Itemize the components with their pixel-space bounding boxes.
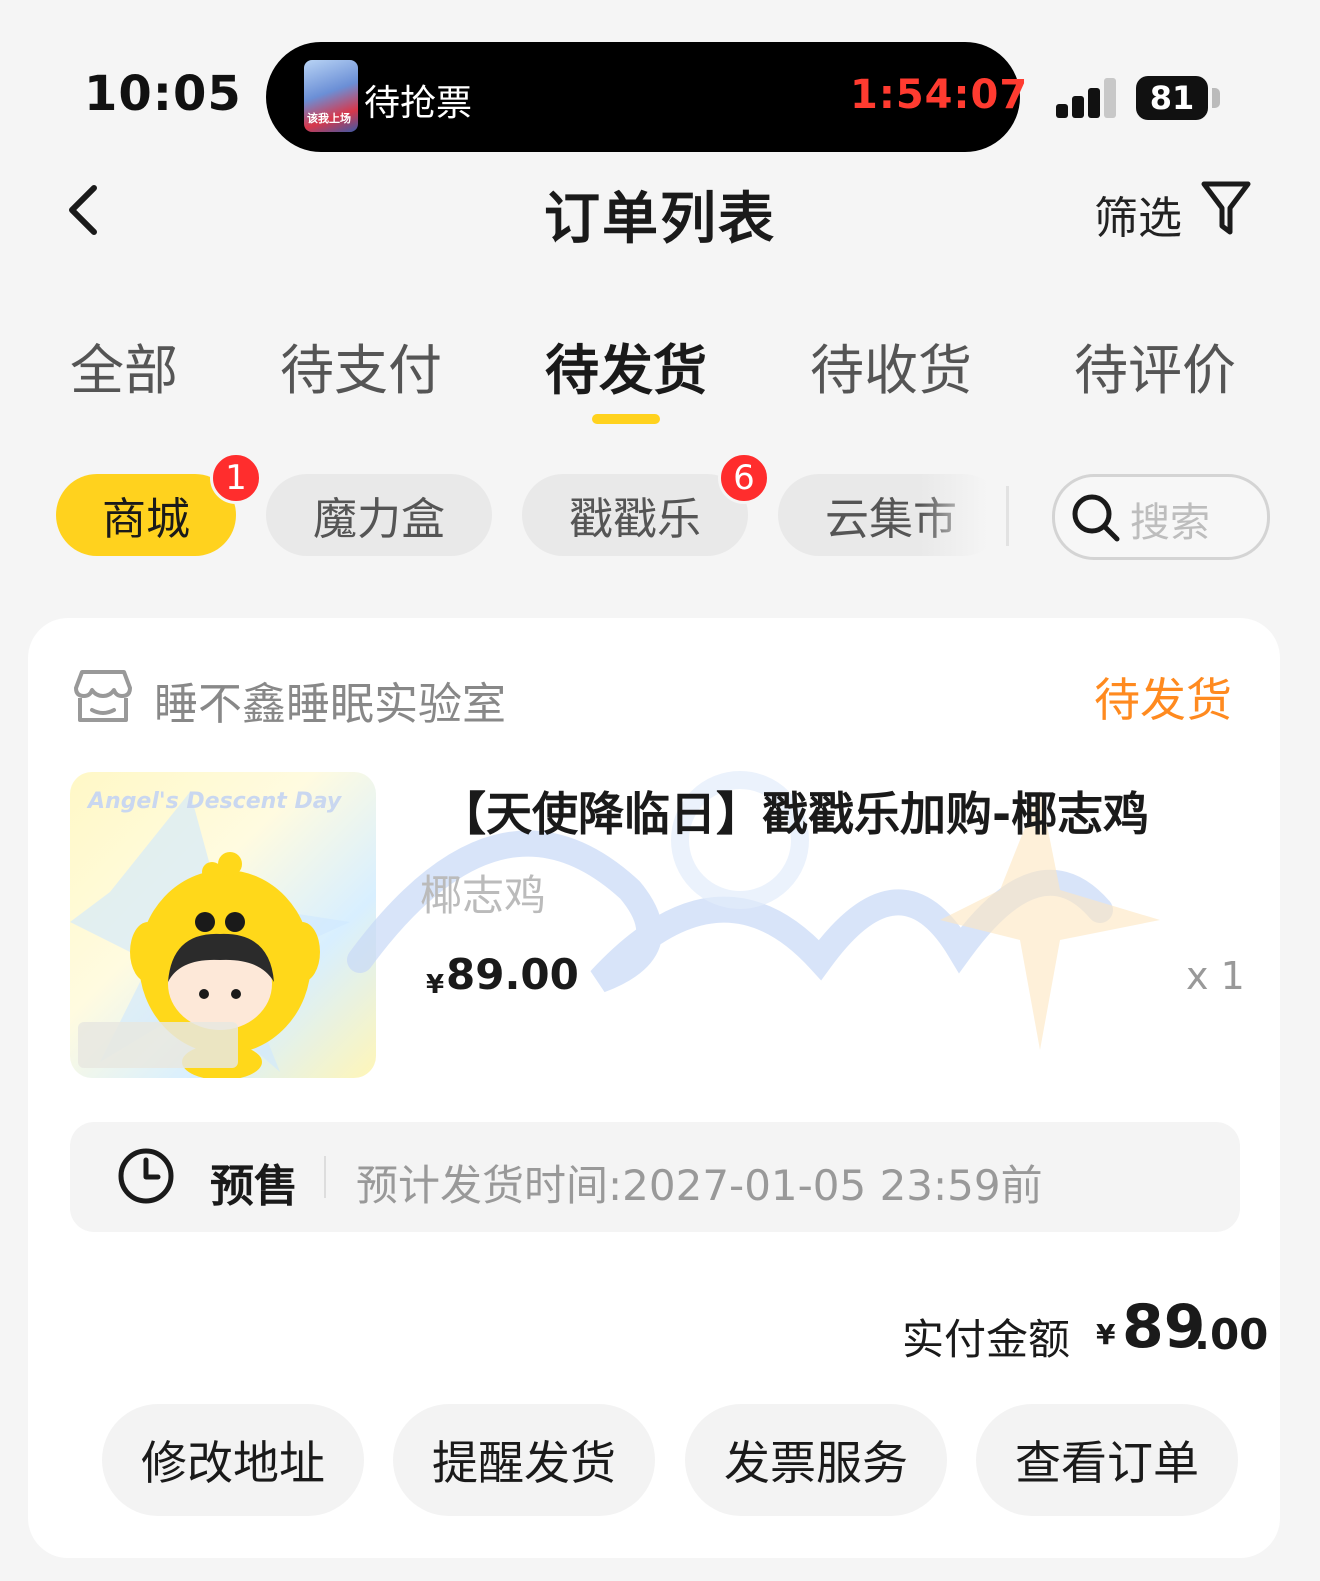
chip-magic-box[interactable]: 魔力盒 xyxy=(266,474,492,556)
filter-button[interactable]: 筛选 xyxy=(1094,182,1182,246)
paid-amount-label: 实付金额 xyxy=(902,1315,1071,1364)
order-status: 待发货 xyxy=(1094,673,1232,727)
product-name[interactable]: 【天使降临日】戳戳乐加购-椰志鸡 xyxy=(440,778,1149,844)
store-icon xyxy=(74,670,132,722)
chip-label: 魔力盒 xyxy=(313,494,445,545)
paid-amount-currency: ¥ xyxy=(1096,1318,1116,1351)
chip-poke-poke[interactable]: 戳戳乐 xyxy=(522,474,748,556)
store-name[interactable]: 睡不鑫睡眠实验室 xyxy=(154,668,506,732)
chip-mall[interactable]: 商城 xyxy=(56,474,236,556)
status-time: 10:05 xyxy=(84,66,242,122)
chip-scroll-fade xyxy=(920,470,1010,560)
live-activity-title: 待抢票 xyxy=(364,83,473,124)
chip-mall-badge: 1 xyxy=(210,452,262,504)
product-image-brand-text: Angel's Descent Day xyxy=(88,789,342,814)
chip-label: 戳戳乐 xyxy=(569,494,701,545)
tab-pending-receipt[interactable]: 待收货 xyxy=(810,326,972,405)
invoice-service-button[interactable]: 发票服务 xyxy=(685,1404,947,1516)
remind-shipment-button[interactable]: 提醒发货 xyxy=(393,1404,655,1516)
live-activity-countdown: 1:54:07 xyxy=(850,72,1029,118)
product-spec: 椰志鸡 xyxy=(420,871,547,920)
presale-label: 预售 xyxy=(210,1161,298,1212)
chick-figure-illustration xyxy=(70,792,350,1078)
product-price-currency: ¥ xyxy=(426,970,445,1000)
funnel-icon[interactable] xyxy=(1200,178,1252,238)
paid-amount-decimal: .00 xyxy=(1194,1310,1269,1359)
tab-all[interactable]: 全部 xyxy=(70,326,178,405)
cellular-signal-icon xyxy=(1056,78,1118,118)
chip-divider xyxy=(1006,486,1009,546)
clock-icon xyxy=(118,1148,174,1204)
product-quantity: x 1 xyxy=(1186,954,1245,998)
modify-address-button[interactable]: 修改地址 xyxy=(102,1404,364,1516)
presale-divider xyxy=(324,1156,326,1198)
paid-amount-integer: 89 xyxy=(1122,1292,1206,1362)
tab-pending-shipment[interactable]: 待发货 xyxy=(545,326,707,405)
product-price: 89.00 xyxy=(446,950,579,999)
active-tab-indicator xyxy=(592,414,660,424)
tab-pending-payment[interactable]: 待支付 xyxy=(280,326,442,405)
product-image[interactable] xyxy=(70,772,376,1078)
thumbnail-caption: 该我上场 xyxy=(307,112,351,125)
battery-icon: 81 xyxy=(1136,76,1208,120)
chip-poke-poke-badge: 6 xyxy=(718,452,770,504)
estimated-ship-time: 预计发货时间:2027-01-05 23:59前 xyxy=(356,1161,1043,1210)
battery-tip xyxy=(1212,88,1220,108)
chip-label: 商城 xyxy=(102,494,190,545)
search-placeholder: 搜索 xyxy=(1130,500,1210,546)
view-order-button[interactable]: 查看订单 xyxy=(976,1404,1238,1516)
search-icon xyxy=(1072,494,1120,542)
live-activity-thumbnail: 该我上场 xyxy=(304,60,358,132)
tab-pending-review[interactable]: 待评价 xyxy=(1074,326,1236,405)
